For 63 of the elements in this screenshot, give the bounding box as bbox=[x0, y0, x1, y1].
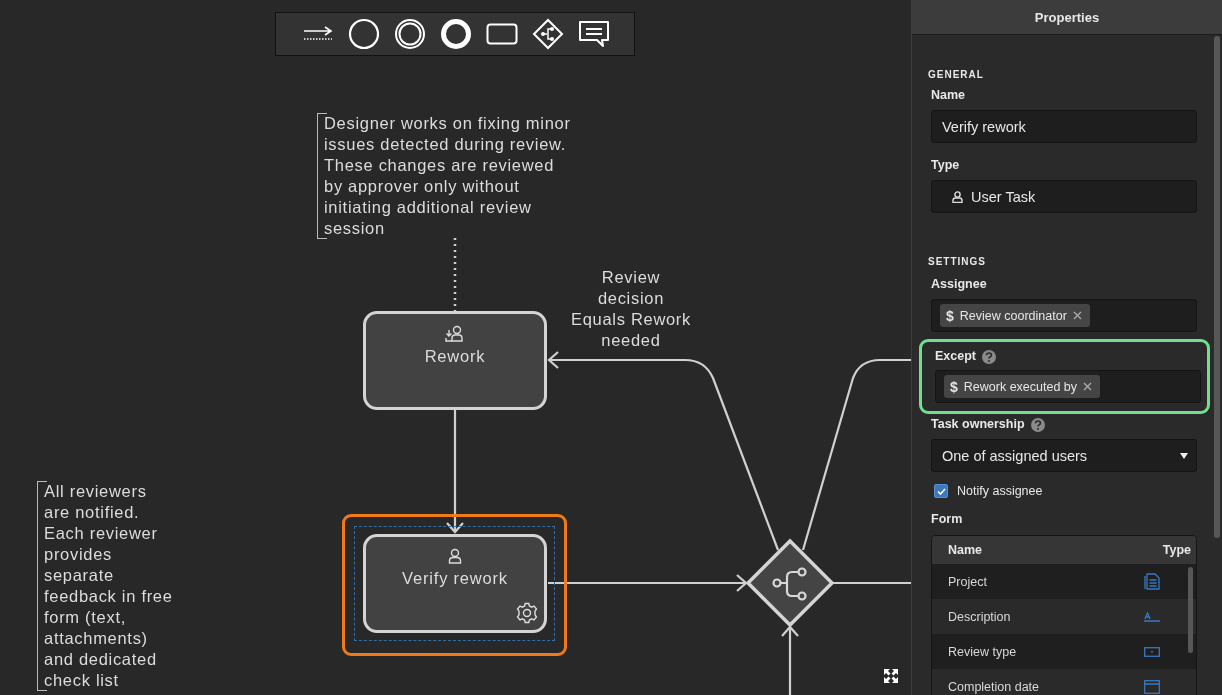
task-label: Rework bbox=[424, 347, 486, 366]
user-icon bbox=[448, 548, 462, 564]
arrow-icon[interactable] bbox=[302, 26, 334, 42]
close-icon[interactable] bbox=[1083, 382, 1093, 391]
fullscreen-icon[interactable] bbox=[884, 669, 898, 683]
column-header: Type bbox=[1162, 543, 1191, 557]
section-heading: GENERAL bbox=[928, 69, 984, 81]
task-node[interactable]: Rework bbox=[363, 311, 547, 410]
speech-bubble-icon[interactable] bbox=[578, 20, 610, 48]
ownership-dropdown[interactable]: One of assigned users bbox=[931, 439, 1197, 472]
user-icon bbox=[952, 190, 963, 203]
text-annotation: All reviewers are notified. Each reviewer provides separate feedback in free form (text, attachments) and dedicated check list bbox=[37, 481, 173, 691]
text-annotation: Designer works on fixing minor issues detected during review. These changes are reviewed by approver only without initiating additional review session bbox=[317, 113, 571, 239]
caret-icon bbox=[1180, 452, 1188, 459]
type-field[interactable]: User Task bbox=[931, 180, 1197, 213]
field-value: User Task bbox=[971, 188, 1036, 205]
double-circle-icon[interactable] bbox=[394, 18, 426, 50]
circle-icon[interactable] bbox=[348, 18, 380, 50]
tag-field[interactable]: $ Rework executed by bbox=[935, 370, 1201, 403]
close-icon[interactable] bbox=[1072, 311, 1082, 320]
task-label: Verify rework bbox=[402, 569, 508, 588]
connector[interactable] bbox=[833, 581, 911, 585]
connector[interactable] bbox=[446, 410, 464, 534]
connector[interactable] bbox=[781, 625, 799, 695]
checkbox-label: Notify assignee bbox=[957, 484, 1043, 498]
flow-label: Review decision Equals Rework needed bbox=[569, 267, 693, 351]
field-label: Task ownership bbox=[931, 417, 1025, 432]
scrollbar[interactable] bbox=[1188, 567, 1193, 653]
scrollbar[interactable] bbox=[1214, 36, 1220, 538]
column-header: Name bbox=[948, 543, 983, 557]
table-cell: Description bbox=[948, 609, 1011, 624]
help-icon[interactable] bbox=[1030, 417, 1045, 432]
user-arrow-icon bbox=[445, 325, 465, 342]
connector[interactable] bbox=[548, 574, 748, 592]
help-icon[interactable] bbox=[982, 349, 996, 364]
task-node[interactable]: Verify rework bbox=[363, 534, 547, 633]
dropdown-icon bbox=[1144, 646, 1160, 657]
panel-title: Properties bbox=[912, 0, 1222, 35]
branch-icon bbox=[772, 567, 807, 601]
table-cell: Completion date bbox=[948, 679, 1040, 694]
field-label: Assignee bbox=[931, 277, 987, 292]
checkbox[interactable] bbox=[934, 484, 948, 498]
section-heading: SETTINGS bbox=[928, 256, 986, 268]
diamond-icon[interactable] bbox=[532, 18, 564, 50]
document-icon bbox=[1144, 573, 1160, 590]
table-cell: Review type bbox=[948, 644, 1017, 659]
thick-circle-icon[interactable] bbox=[440, 18, 472, 50]
settings-icon[interactable] bbox=[516, 602, 538, 624]
field-label: Except bbox=[935, 349, 976, 364]
field-label: Name bbox=[931, 88, 966, 103]
text-field-icon bbox=[1144, 611, 1160, 622]
connector[interactable] bbox=[801, 358, 911, 551]
connector[interactable] bbox=[547, 351, 780, 551]
tag-chip[interactable]: $ Review coordinator bbox=[940, 304, 1090, 327]
tag-field[interactable]: $ Review coordinator bbox=[931, 299, 1197, 332]
table-cell: Project bbox=[948, 574, 987, 589]
field-label: Type bbox=[931, 158, 960, 173]
calendar-icon bbox=[1144, 679, 1160, 694]
rectangle-icon[interactable] bbox=[486, 23, 518, 45]
tag-chip[interactable]: $ Rework executed by bbox=[944, 375, 1101, 398]
field-label: Form bbox=[931, 512, 963, 527]
gateway-diamond[interactable] bbox=[745, 538, 835, 628]
name-field[interactable]: Verify rework bbox=[931, 110, 1197, 143]
